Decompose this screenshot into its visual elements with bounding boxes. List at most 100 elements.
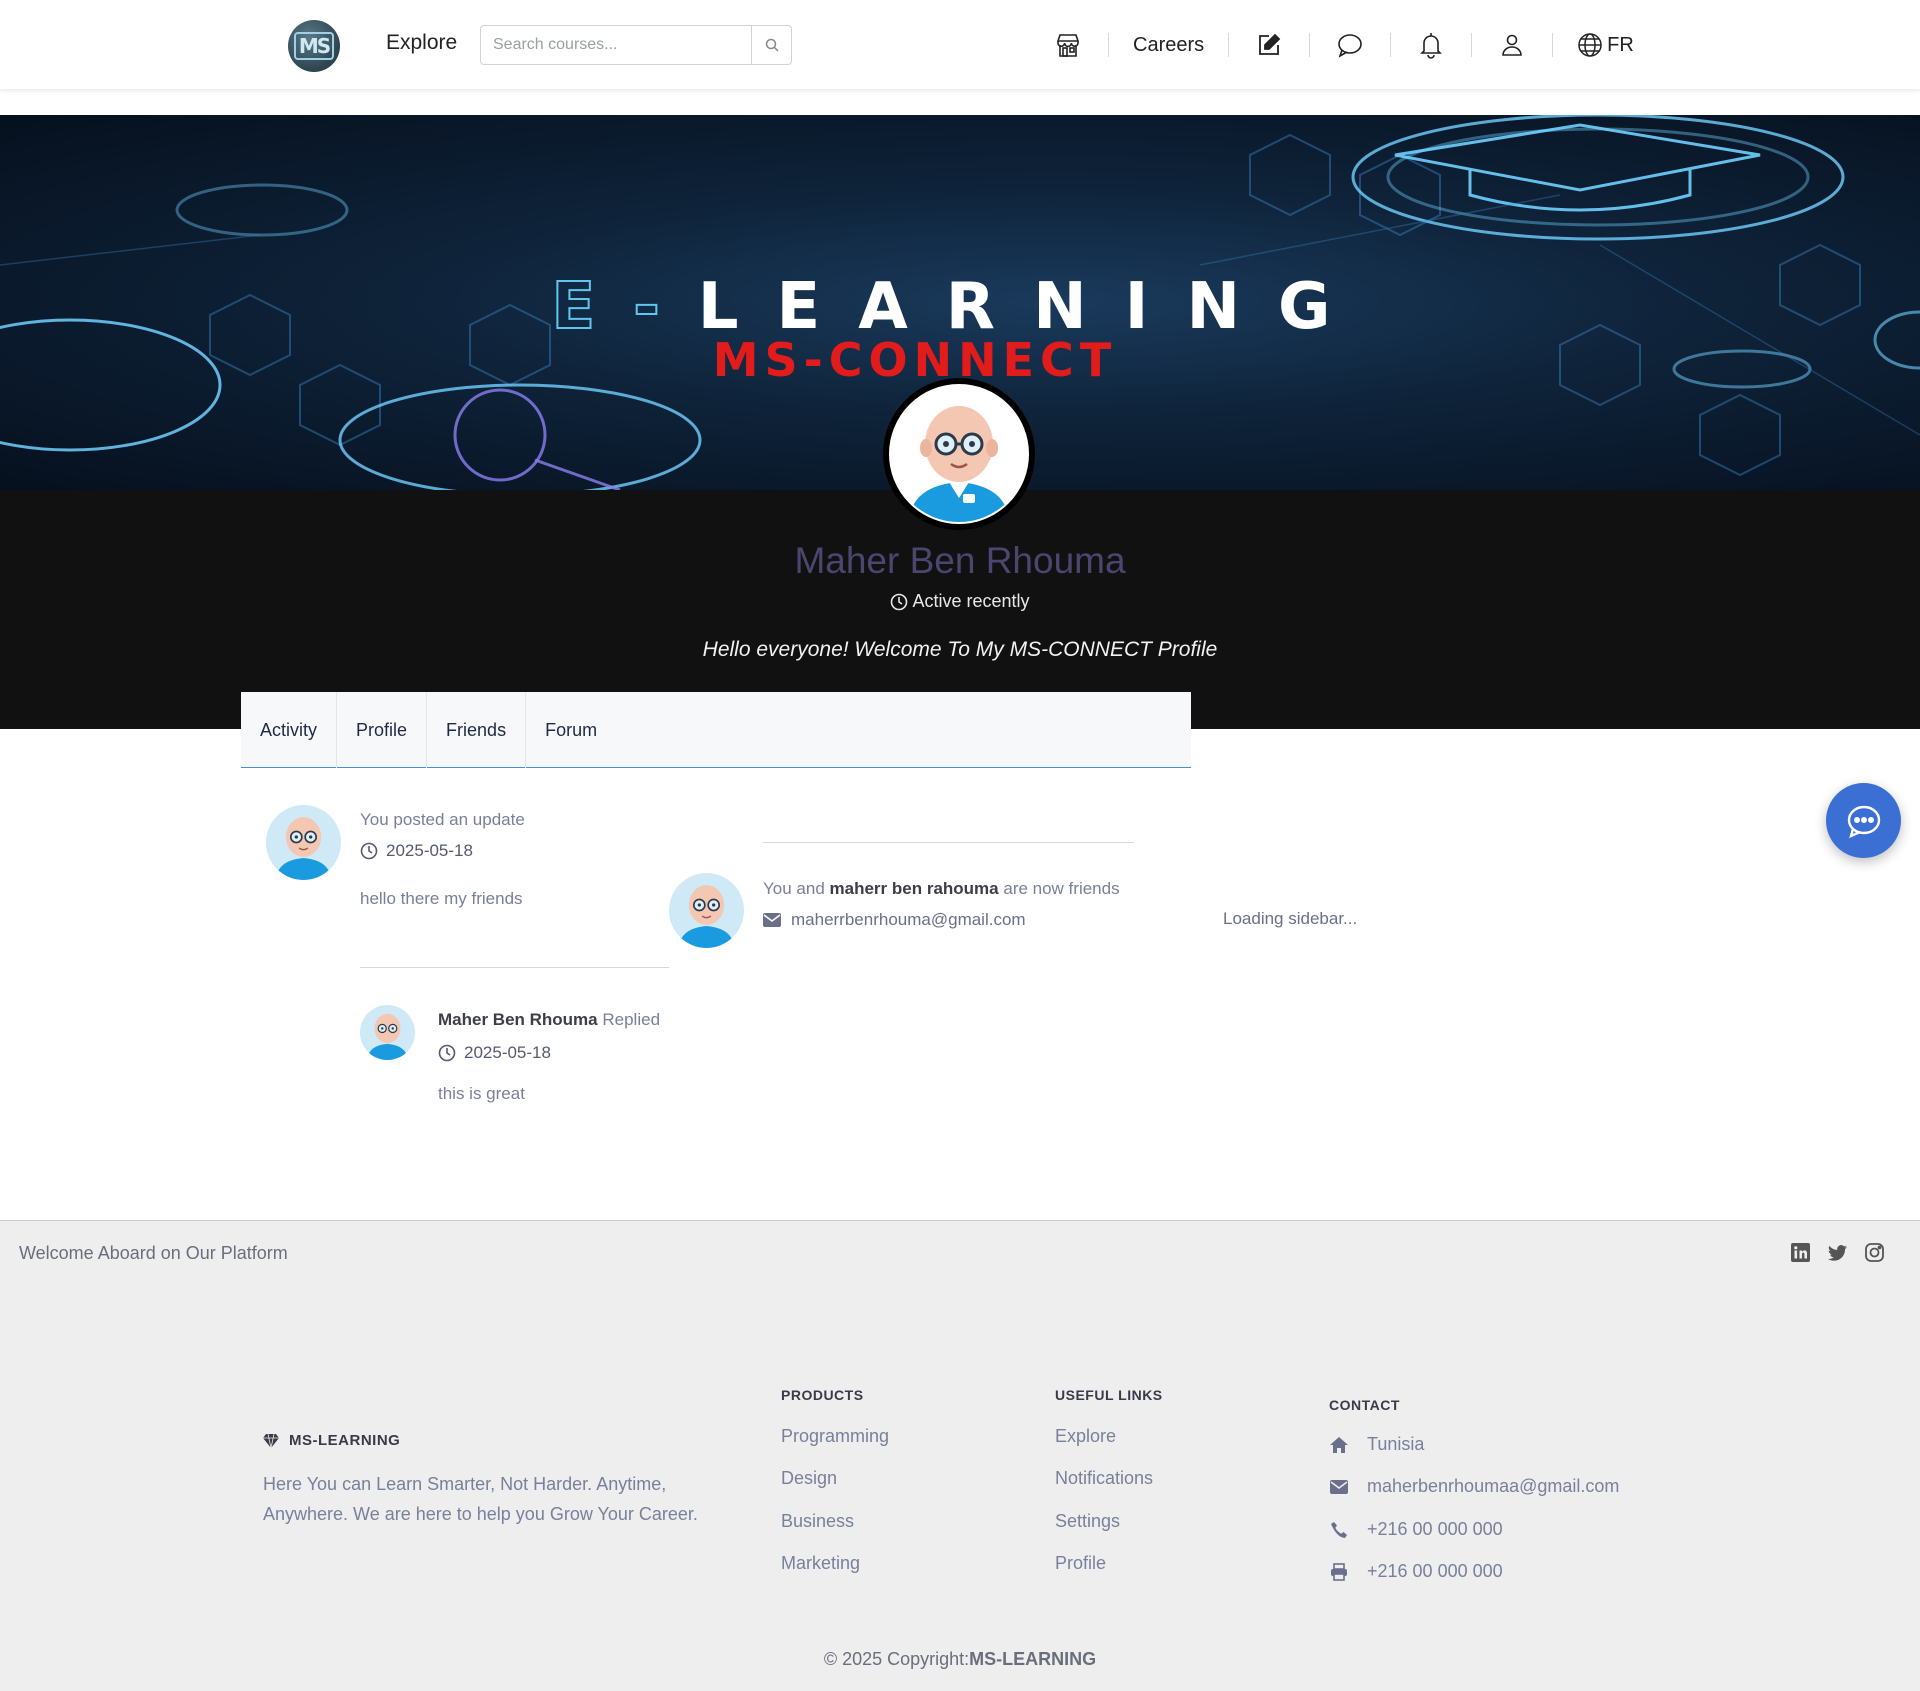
profile-name: Maher Ben Rhouma	[794, 540, 1126, 581]
clock-icon	[891, 593, 908, 610]
contact-fax-text: +216 00 000 000	[1367, 1561, 1503, 1581]
reply-date-text: 2025-05-18	[464, 1043, 551, 1062]
reply-header: Maher Ben Rhouma Replied	[438, 1010, 660, 1030]
chat-button[interactable]	[1826, 783, 1901, 858]
footer-link-programming[interactable]: Programming	[781, 1426, 889, 1447]
friendship-prefix: You and	[763, 879, 825, 898]
chat-icon	[1847, 805, 1880, 838]
footer-link-profile[interactable]: Profile	[1055, 1553, 1106, 1574]
friend-email: maherrbenrhouma@gmail.com	[763, 910, 1026, 930]
nav-separator	[1471, 33, 1473, 57]
friendship-suffix: are now friends	[1003, 879, 1120, 898]
contact-fax: +216 00 000 000	[1329, 1561, 1503, 1582]
reply-text: this is great	[438, 1084, 525, 1103]
instagram-icon[interactable]	[1865, 1243, 1884, 1262]
search-icon	[765, 38, 779, 52]
social-links	[1791, 1243, 1884, 1262]
tab-friends[interactable]: Friends	[427, 692, 527, 768]
friend-email-text[interactable]: maherrbenrhouma@gmail.com	[791, 910, 1026, 930]
envelope-icon	[763, 913, 781, 927]
bell-icon[interactable]	[1415, 29, 1447, 61]
nav-separator	[1228, 33, 1230, 57]
tab-profile[interactable]: Profile	[337, 692, 428, 768]
twitter-icon[interactable]	[1828, 1243, 1847, 1262]
language-switcher[interactable]: FR	[1577, 32, 1634, 58]
footer-link-notifications[interactable]: Notifications	[1055, 1468, 1153, 1489]
tab-activity[interactable]: Activity	[241, 692, 338, 768]
footer-link-business[interactable]: Business	[781, 1511, 854, 1532]
footer-contact-title: CONTACT	[1329, 1397, 1400, 1413]
copyright-prefix: © 2025 Copyright:	[823, 1649, 970, 1669]
nav-careers-link[interactable]: Careers	[1133, 34, 1204, 57]
footer-link-design[interactable]: Design	[781, 1468, 837, 1489]
footer-brand-name: MS-LEARNING	[289, 1432, 401, 1449]
site-logo[interactable]: MS	[288, 20, 340, 72]
nav-separator	[1309, 33, 1311, 57]
contact-email: maherbenrhoumaa@gmail.com	[1329, 1476, 1619, 1497]
footer-description: Here You can Learn Smarter, Not Harder. …	[263, 1474, 698, 1524]
profile-status-text: Active recently	[912, 591, 1030, 611]
contact-location: Tunisia	[1329, 1434, 1424, 1455]
profile-status: Active recently	[0, 591, 1920, 612]
tab-forum[interactable]: Forum	[526, 692, 616, 768]
feed-post-avatar[interactable]	[266, 805, 341, 880]
footer-link-explore[interactable]: Explore	[1055, 1426, 1116, 1447]
clock-icon	[360, 842, 378, 860]
feed-post-date: 2025-05-18	[360, 841, 473, 861]
copyright-brand[interactable]: MS-LEARNING	[969, 1649, 1096, 1669]
friend-name[interactable]: maherr ben rahouma	[830, 879, 999, 898]
edit-icon[interactable]	[1253, 29, 1285, 61]
divider	[763, 842, 1134, 843]
footer-welcome: Welcome Aboard on Our Platform	[19, 1243, 288, 1263]
envelope-icon	[1330, 1479, 1348, 1494]
avatar-illustration	[678, 885, 735, 948]
globe-icon	[1578, 33, 1602, 57]
avatar-illustration	[275, 817, 332, 880]
profile-bio: Hello everyone! Welcome To My MS-CONNECT…	[702, 638, 1218, 661]
avatar-illustration	[909, 406, 1009, 522]
nav-separator	[1552, 33, 1554, 57]
search-input[interactable]	[481, 26, 751, 64]
contact-location-text: Tunisia	[1367, 1434, 1425, 1454]
banner-title: E-LEARNING	[390, 274, 1530, 340]
nav-separator	[1390, 33, 1392, 57]
diamond-icon	[263, 1433, 279, 1448]
reply-author[interactable]: Maher Ben Rhouma	[438, 1010, 598, 1029]
feed-post-text: hello there my friends	[360, 889, 523, 908]
site-footer: Welcome Aboard on Our Platform MS-LEARNI…	[0, 1220, 1920, 1691]
sidebar-loading: Loading sidebar...	[1223, 909, 1358, 928]
footer-useful-links-title: USEFUL LINKS	[1055, 1387, 1163, 1403]
nav-actions: Careers FR	[1052, 26, 1634, 64]
clock-icon	[438, 1044, 456, 1062]
contact-phone: +216 00 000 000	[1329, 1519, 1503, 1540]
friendship-text: You and maherr ben rahouma are now frien…	[763, 879, 1120, 899]
user-icon[interactable]	[1496, 29, 1528, 61]
footer-link-marketing[interactable]: Marketing	[781, 1553, 860, 1574]
store-icon[interactable]	[1052, 29, 1084, 61]
reply-date: 2025-05-18	[438, 1043, 551, 1063]
chat-icon[interactable]	[1334, 29, 1366, 61]
footer-brand: MS-LEARNING	[263, 1432, 400, 1449]
contact-phone-text: +216 00 000 000	[1367, 1519, 1503, 1539]
footer-products-title: PRODUCTS	[781, 1387, 864, 1403]
linkedin-icon[interactable]	[1791, 1243, 1810, 1262]
avatar-illustration	[367, 1013, 408, 1060]
reply-action: Replied	[602, 1010, 661, 1029]
banner-title-prefix: E-	[550, 270, 698, 344]
phone-icon	[1331, 1521, 1347, 1538]
copyright: © 2025 Copyright:MS-LEARNING	[0, 1649, 1920, 1670]
feed-post-title: You posted an update	[360, 810, 525, 829]
search-button[interactable]	[751, 26, 791, 64]
contact-email-text[interactable]: maherbenrhoumaa@gmail.com	[1367, 1476, 1619, 1497]
footer-link-settings[interactable]: Settings	[1055, 1511, 1120, 1532]
profile-avatar[interactable]	[883, 378, 1035, 530]
nav-explore-link[interactable]: Explore	[386, 31, 457, 55]
friend-avatar[interactable]	[669, 873, 744, 948]
divider	[360, 967, 669, 968]
banner-subtitle: MS-CONNECT	[712, 333, 1118, 387]
logo-mark: MS	[293, 32, 335, 60]
nav-separator	[1108, 33, 1109, 57]
home-icon	[1330, 1436, 1348, 1453]
profile-tabs: Activity Profile Friends Forum	[241, 692, 1191, 768]
reply-avatar[interactable]	[360, 1005, 415, 1060]
